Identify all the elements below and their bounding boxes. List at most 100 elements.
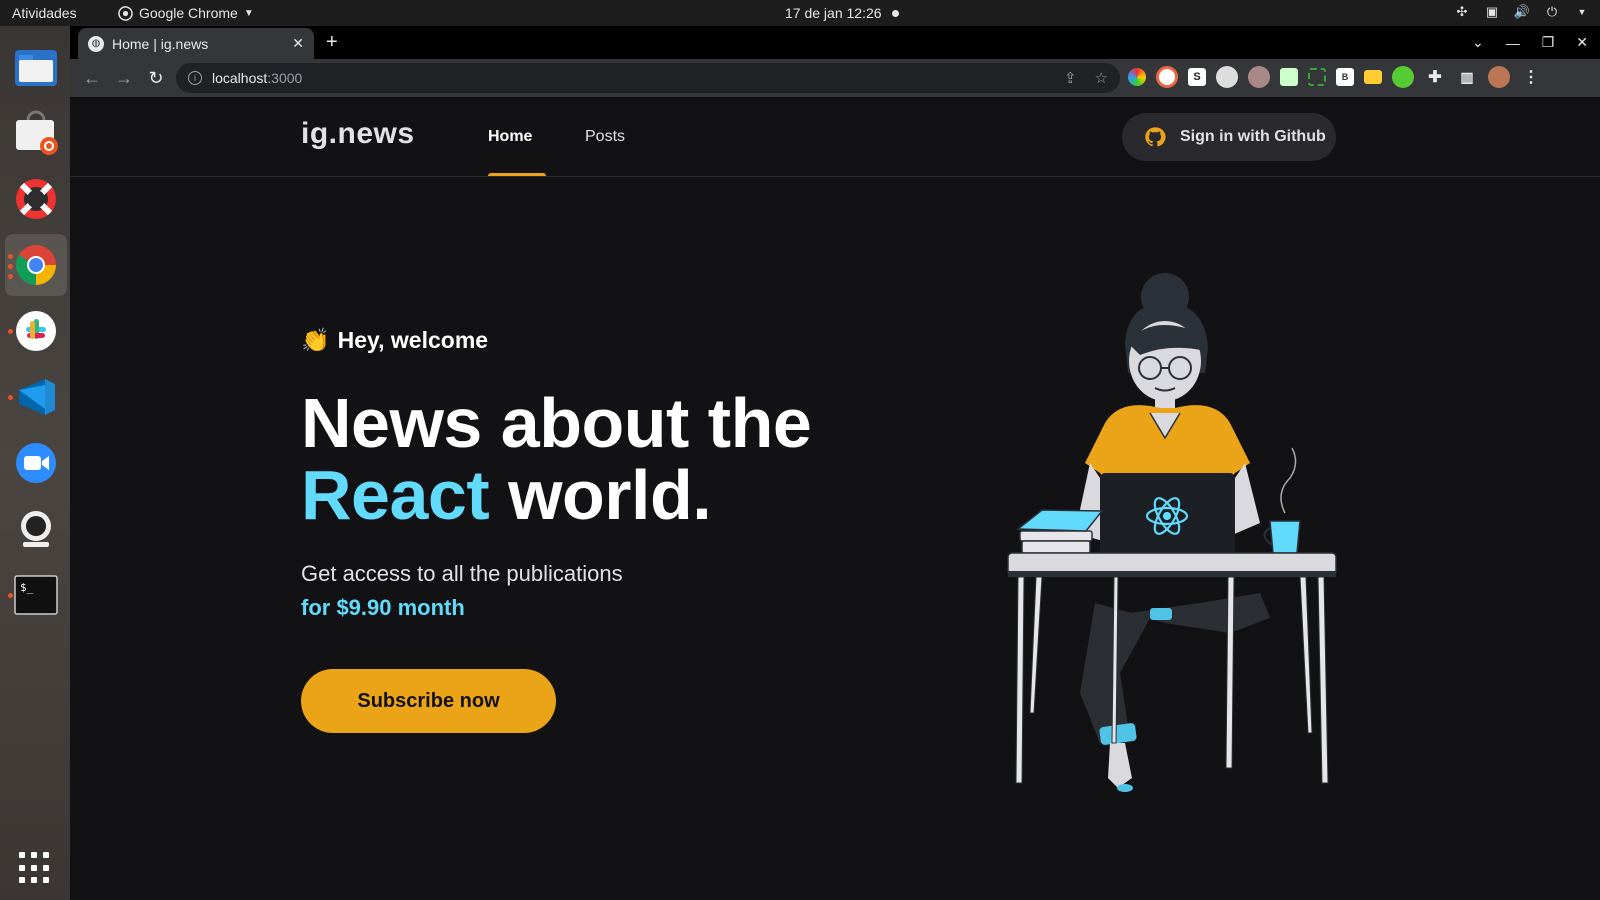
dock: $_ bbox=[0, 26, 70, 900]
clock[interactable]: 17 de jan 12:26 bbox=[785, 5, 899, 21]
svg-text:$_: $_ bbox=[20, 581, 34, 594]
running-indicator bbox=[8, 395, 13, 400]
clock-label: 17 de jan 12:26 bbox=[785, 5, 882, 21]
reload-icon[interactable]: ↻ bbox=[140, 68, 172, 89]
globe-icon: ◍ bbox=[88, 35, 104, 52]
power-icon[interactable]: ⏻ bbox=[1544, 4, 1560, 20]
show-applications-icon[interactable] bbox=[19, 852, 51, 884]
headline-rest: world. bbox=[489, 456, 712, 534]
nav-home[interactable]: Home bbox=[488, 128, 532, 146]
screenshot-icon[interactable]: ▣ bbox=[1484, 4, 1500, 20]
site-logo[interactable]: ig.news bbox=[301, 117, 415, 151]
dock-chrome[interactable] bbox=[5, 234, 67, 296]
dock-zoom[interactable] bbox=[5, 432, 67, 494]
maximize-icon[interactable]: ❐ bbox=[1542, 34, 1555, 51]
side-panel-icon[interactable]: ▥ bbox=[1456, 66, 1478, 88]
color-picker-extension-icon[interactable] bbox=[1128, 68, 1146, 86]
nav-active-indicator bbox=[488, 173, 546, 176]
tab-home[interactable]: ◍ Home | ig.news ✕ bbox=[78, 28, 314, 59]
slack-icon bbox=[16, 311, 56, 351]
webcam-icon bbox=[21, 511, 51, 547]
woman-at-desk-illustration bbox=[1007, 273, 1337, 792]
site-header: ig.news Home Posts Sign in with Github bbox=[70, 97, 1600, 177]
url-port: :3000 bbox=[267, 70, 303, 86]
app-menu[interactable]: Google Chrome ▼ bbox=[118, 5, 254, 21]
running-indicator bbox=[8, 274, 13, 279]
running-indicator bbox=[8, 329, 13, 334]
more-menu-icon[interactable]: ⋮ bbox=[1520, 66, 1542, 88]
access-text: Get access to all the publications bbox=[301, 561, 623, 586]
github-icon bbox=[1145, 127, 1166, 147]
share-icon[interactable]: ⇪ bbox=[1064, 69, 1077, 87]
headline-line-2: React world. bbox=[301, 459, 811, 531]
avatar[interactable] bbox=[1488, 66, 1510, 88]
tab-strip: ◍ Home | ig.news ✕ + ⌄ — ❐ ✕ bbox=[70, 26, 1600, 59]
tab-title: Home | ig.news bbox=[112, 35, 209, 52]
b-extension-icon[interactable]: B bbox=[1336, 68, 1354, 86]
price-text: for $9.90 month bbox=[301, 595, 465, 620]
browser-window: ◍ Home | ig.news ✕ + ⌄ — ❐ ✕ ← → ↻ i loc… bbox=[70, 26, 1600, 900]
face-extension-icon[interactable] bbox=[1248, 66, 1270, 88]
bookmark-star-icon[interactable]: ☆ bbox=[1095, 69, 1108, 87]
lifebuoy-icon bbox=[16, 179, 56, 219]
welcome-text: 👏 Hey, welcome bbox=[301, 327, 488, 354]
sign-in-github-button[interactable]: Sign in with Github bbox=[1122, 113, 1336, 161]
puzzle-icon[interactable]: ✚ bbox=[1424, 66, 1446, 88]
welcome-label: Hey, welcome bbox=[337, 327, 489, 353]
screen-capture-extension-icon[interactable] bbox=[1308, 68, 1326, 86]
terminal-icon: $_ bbox=[14, 575, 58, 615]
extensions-bar: S B ✚ ▥ ⋮ bbox=[1128, 66, 1542, 88]
caret-down-icon: ▼ bbox=[243, 7, 254, 19]
headline-highlight: React bbox=[301, 456, 490, 534]
browser-toolbar: ← → ↻ i localhost:3000 ⇪ ☆ S B ✚ ▥ ⋮ bbox=[70, 59, 1600, 97]
caret-down-icon[interactable]: ▼ bbox=[1574, 4, 1590, 20]
dock-terminal[interactable]: $_ bbox=[5, 564, 67, 626]
chrome-icon bbox=[118, 5, 133, 21]
hero-headline: News about the React world. bbox=[301, 384, 812, 531]
volume-icon[interactable]: 🔊 bbox=[1514, 4, 1530, 20]
clapping-hands-emoji: 👏 bbox=[301, 327, 330, 353]
sign-in-label: Sign in with Github bbox=[1180, 128, 1326, 145]
software-store-icon bbox=[16, 110, 58, 155]
dock-webcam[interactable] bbox=[5, 498, 67, 560]
vscode-icon bbox=[19, 379, 55, 415]
sheet-extension-icon[interactable] bbox=[1280, 68, 1298, 86]
subscribe-button[interactable]: Subscribe now bbox=[301, 669, 556, 733]
dock-files[interactable] bbox=[5, 36, 67, 98]
running-indicator bbox=[8, 593, 13, 598]
minimize-icon[interactable]: — bbox=[1506, 35, 1520, 51]
dock-vscode[interactable] bbox=[5, 366, 67, 428]
headline-line-1: News about the bbox=[301, 384, 812, 462]
dock-slack[interactable] bbox=[5, 300, 67, 362]
page: ig.news Home Posts Sign in with Github 👏… bbox=[70, 97, 1600, 900]
running-indicator bbox=[8, 254, 13, 259]
activities-button[interactable]: Atividades bbox=[12, 5, 77, 21]
close-tab-icon[interactable]: ✕ bbox=[292, 35, 304, 52]
profile-extension-icon[interactable] bbox=[1216, 66, 1238, 88]
notification-dot bbox=[891, 9, 899, 17]
forward-icon[interactable]: → bbox=[108, 68, 140, 89]
nav-posts[interactable]: Posts bbox=[585, 128, 625, 146]
s-extension-icon[interactable]: S bbox=[1188, 68, 1206, 86]
chrome-icon bbox=[16, 245, 56, 285]
url-host: localhost bbox=[212, 70, 268, 86]
dock-help[interactable] bbox=[5, 168, 67, 230]
slack-tray-icon[interactable]: ✣ bbox=[1454, 4, 1470, 20]
app-menu-label: Google Chrome bbox=[139, 5, 238, 21]
window-controls: ⌄ — ❐ ✕ bbox=[1472, 26, 1600, 59]
tag-extension-icon[interactable] bbox=[1364, 70, 1382, 84]
tab-search-icon[interactable]: ⌄ bbox=[1472, 34, 1484, 51]
dock-software[interactable] bbox=[5, 102, 67, 164]
system-tray: ✣ ▣ 🔊 ⏻ ▼ bbox=[1454, 4, 1590, 20]
zoom-icon bbox=[16, 443, 56, 483]
running-indicator bbox=[8, 264, 13, 269]
address-bar[interactable]: i localhost:3000 ⇪ ☆ bbox=[176, 63, 1120, 93]
files-icon bbox=[15, 50, 57, 86]
back-icon[interactable]: ← bbox=[76, 68, 108, 89]
info-icon[interactable]: i bbox=[188, 71, 202, 85]
close-window-icon[interactable]: ✕ bbox=[1576, 34, 1588, 51]
new-tab-button[interactable]: + bbox=[326, 31, 338, 54]
circle-extension-icon[interactable] bbox=[1156, 66, 1178, 88]
system-top-bar: Atividades Google Chrome ▼ 17 de jan 12:… bbox=[0, 0, 1600, 26]
frog-extension-icon[interactable] bbox=[1392, 66, 1414, 88]
